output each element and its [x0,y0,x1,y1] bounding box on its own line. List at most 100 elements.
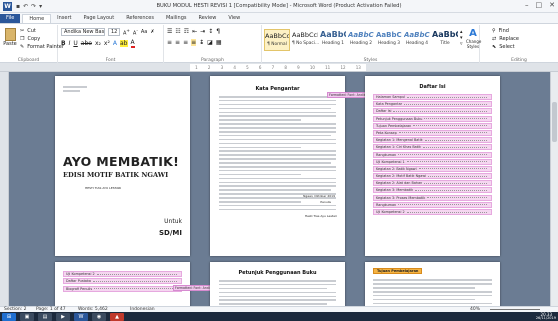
taskbar-word-icon[interactable]: W [74,312,88,321]
document-canvas[interactable]: AYO MEMBATIK! EDISI MOTIF BATIK NGAWI HE… [9,72,550,306]
toc-item[interactable]: Kegiatan 3: Membatik [373,187,492,194]
clock-date[interactable]: 26/11/2019 [536,316,556,320]
toc-item[interactable]: Peta Konsep [373,129,492,136]
toc-item[interactable]: Uji Kompetensi 1 [373,158,492,165]
toc-item[interactable]: Kegiatan 2: Alat dan Bahan [373,180,492,187]
copy-button[interactable]: ❐ Copy [20,36,40,42]
horizontal-ruler[interactable]: 1 2 3 4 5 6 7 8 9 10 11 12 13 [0,63,558,72]
underline-icon[interactable]: U [73,40,77,47]
toc-item[interactable]: Rangkuman [373,151,492,158]
strikethrough-icon[interactable]: abe [81,40,92,47]
taskbar-pdf-icon[interactable]: ▲ [110,312,124,321]
decrease-indent-icon[interactable]: ⇤ [192,28,197,35]
font-color-icon[interactable]: A [130,39,135,48]
start-icon[interactable]: ⊞ [2,312,16,321]
toc-item[interactable]: Uji Kompetensi 2 [373,209,492,215]
change-case-icon[interactable]: Aa [141,29,147,35]
close-button[interactable]: ✕ [549,1,555,9]
subscript-icon[interactable]: x₂ [95,40,101,47]
style-normal[interactable]: AaBbCcDc¶ Normal [264,29,290,51]
taskbar-app-1[interactable]: ▣ [20,312,34,321]
more-styles-icon[interactable]: ▿ [460,41,463,47]
taskbar-explorer-icon[interactable]: ▤ [38,312,52,321]
page-4[interactable]: Uji Kompetensi 2 Daftar Pustaka Biografi P… [55,262,190,306]
align-right-icon[interactable]: ≡ [183,39,188,46]
toc-item[interactable]: Rangkuman [373,201,492,208]
comment-balloon[interactable]: Formatted: Font: Andika [327,92,370,98]
toc-item[interactable]: Petunjuk Penggunaan Buku [373,115,492,122]
toc-item[interactable]: Kegiatan 1: Mengenal Batik [373,137,492,144]
page-preface[interactable]: Kata Pengantar Ngawi, Oktober 2019 Penul… [210,76,345,256]
find-button[interactable]: ⚲ Find [492,28,509,34]
toc-item[interactable]: Kegiatan 3: Proses Membatik [373,194,492,201]
style-title[interactable]: AaBbCTitle [432,29,458,51]
text-line [219,295,336,298]
tab-home[interactable]: Home [22,14,52,23]
bold-icon[interactable]: B [61,40,66,47]
toc-item[interactable]: Kegiatan 1: Ciri Khas Batik [373,144,492,151]
superscript-icon[interactable]: x² [104,40,110,47]
scroll-thumb[interactable] [552,102,557,142]
toc-item[interactable]: Kegiatan 2: Motif Batik Ngawi [373,173,492,180]
toc-item[interactable]: Biografi Penulis [63,285,182,292]
style-heading-4[interactable]: AaBbCcHeading 4 [404,29,430,51]
toc-item[interactable]: Uji Kompetensi 2 [63,271,182,278]
toc-item[interactable]: Daftar Isi [373,108,492,115]
font-name-combo[interactable]: Andika New Bas [61,28,105,37]
bullets-icon[interactable]: ☰ [167,28,172,35]
style-no-spacing[interactable]: AaBbCcDc¶ No Spaci... [292,29,319,51]
shading-icon[interactable]: ◪ [207,39,213,46]
cut-button[interactable]: ✂ Cut [20,28,36,34]
toc-item[interactable]: Kegiatan 2: Batik Ngawi [373,165,492,172]
align-center-icon[interactable]: ≡ [175,39,180,46]
tab-view[interactable]: View [222,14,246,23]
page-toc[interactable]: Daftar Isi Halaman Sampul Kata Pengantar D… [365,76,500,256]
multilevel-list-icon[interactable]: ☶ [184,28,189,35]
select-button[interactable]: ⬉ Select [492,44,515,50]
highlight-icon[interactable]: ab [120,40,128,47]
font-size-combo[interactable]: 12 [108,28,120,37]
page-goal[interactable]: Tujuan Pembelajaran [365,262,500,306]
sort-icon[interactable]: ↕ [208,28,213,35]
borders-icon[interactable]: ▦ [216,39,222,46]
taskbar-media-icon[interactable]: ▶ [56,312,70,321]
italic-icon[interactable]: I [69,40,71,47]
tab-mailings[interactable]: Mailings [160,14,193,23]
align-left-icon[interactable]: ≡ [167,39,172,46]
tab-file[interactable]: File [0,14,21,23]
numbering-icon[interactable]: ☷ [175,28,180,35]
maximize-button[interactable]: □ [536,1,543,9]
minimize-button[interactable]: – [525,1,529,9]
shrink-font-icon[interactable]: A- [133,28,138,37]
increase-indent-icon[interactable]: ⇥ [200,28,205,35]
toc-item[interactable]: Daftar Pustaka [63,278,182,285]
page-guide[interactable]: Petunjuk Penggunaan Buku [210,262,345,306]
tab-page-layout[interactable]: Page Layout [77,14,120,23]
justify-icon[interactable]: ≡ [191,39,197,46]
tab-insert[interactable]: Insert [51,14,77,23]
grow-font-icon[interactable]: A+ [123,28,130,37]
paste-button[interactable]: Paste [2,28,18,47]
style-heading-2[interactable]: AaBbCcHeading 2 [348,29,374,51]
change-styles-button[interactable]: A Change Styles [466,28,481,49]
replace-button[interactable]: ⇄ Replace [492,36,519,42]
text-effects-icon[interactable]: A [113,40,117,47]
pilcrow-icon[interactable]: ¶ [216,28,220,35]
style-heading-1[interactable]: AaBbCHeading 1 [320,29,346,51]
style-heading-3[interactable]: AaBbCcHeading 3 [376,29,402,51]
text-line [219,96,336,98]
styles-scroll[interactable]: ▴ ▾ ▿ [460,29,463,47]
tab-review[interactable]: Review [192,14,222,23]
taskbar-chrome-icon[interactable]: ◉ [92,312,106,321]
text-line [219,119,301,121]
toc-item[interactable]: Halaman Sampul [373,94,492,100]
vertical-scrollbar[interactable] [550,72,558,306]
vertical-ruler[interactable] [0,72,9,306]
page-cover[interactable]: AYO MEMBATIK! EDISI MOTIF BATIK NGAWI HE… [55,76,190,256]
zoom-slider[interactable] [490,309,540,310]
toc-item[interactable]: Tujuan Pembelajaran [373,122,492,129]
tab-references[interactable]: References [120,14,160,23]
clear-format-icon[interactable]: ✗ [150,29,154,35]
toc-item[interactable]: Kata Pengantar [373,101,492,108]
line-spacing-icon[interactable]: ↨ [199,39,204,46]
